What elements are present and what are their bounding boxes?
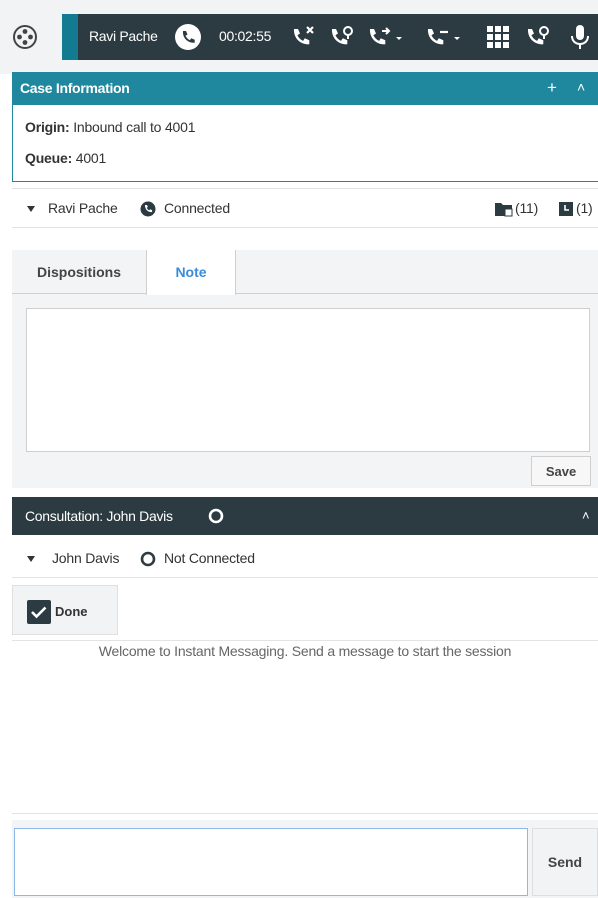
consultation-title: Consultation: John Davis [25, 508, 173, 524]
dialpad-icon[interactable] [484, 23, 512, 51]
im-transcript: Welcome to Instant Messaging. Send a mes… [12, 640, 598, 814]
case-information-title: Case Information [20, 80, 130, 96]
im-welcome-message: Welcome to Instant Messaging. Send a mes… [98, 643, 512, 659]
party-status: Connected [164, 200, 230, 216]
collapse-consultation-button[interactable]: ˄ [582, 508, 590, 523]
history-count[interactable]: (1) [576, 200, 593, 216]
message-input[interactable] [14, 828, 528, 896]
save-note-button[interactable]: Save [531, 456, 591, 486]
tab-note[interactable]: Note [146, 250, 236, 295]
active-call-bar: Ravi Pache 00:02:55 [62, 14, 598, 60]
voicemail-icon[interactable] [524, 23, 552, 51]
case-folder-icon[interactable] [494, 201, 514, 217]
caret-down-icon[interactable] [26, 205, 36, 213]
chat-status-icon [208, 508, 224, 524]
chat-status-icon [140, 551, 156, 567]
queue-label: Queue: [25, 150, 73, 166]
target-icon[interactable] [10, 22, 40, 52]
tab-bar: Dispositions Note [12, 250, 598, 295]
done-button[interactable]: Done [12, 585, 118, 635]
consultation-header: Consultation: John Davis ˄ [12, 497, 598, 535]
queue-value: 4001 [75, 150, 107, 166]
party-row[interactable]: Ravi Pache Connected (11) (1) [12, 188, 598, 228]
im-compose-area: Send [12, 820, 598, 898]
hold-icon[interactable] [328, 23, 356, 51]
party-name[interactable]: Ravi Pache [48, 200, 118, 216]
caller-name[interactable]: Ravi Pache [89, 28, 158, 44]
tab-dispositions[interactable]: Dispositions [12, 250, 146, 294]
origin-value: Inbound call to 4001 [73, 119, 196, 135]
add-case-data-button[interactable]: + [547, 78, 557, 98]
transfer-icon[interactable] [366, 23, 406, 51]
case-information-panel: Case Information + ˄ Origin: Inbound cal… [12, 72, 598, 182]
phone-icon [175, 24, 201, 50]
case-information-header: Case Information + ˄ [13, 73, 598, 105]
note-textarea[interactable] [26, 308, 590, 452]
interaction-tabs-panel: Dispositions Note Save [12, 250, 598, 488]
call-status-stripe [62, 14, 78, 60]
checkmark-icon [27, 600, 51, 624]
consultation-party-name[interactable]: John Davis [52, 550, 119, 566]
queue-row: Queue: 4001 [25, 150, 106, 166]
consultation-party-status: Not Connected [164, 550, 255, 566]
origin-row: Origin: Inbound call to 4001 [25, 119, 195, 135]
top-toolbar: Ravi Pache 00:02:55 [0, 0, 598, 74]
caret-down-icon[interactable] [26, 555, 36, 563]
conference-icon[interactable] [424, 23, 464, 51]
send-button[interactable]: Send [532, 828, 598, 896]
microphone-icon[interactable] [566, 23, 594, 51]
call-timer: 00:02:55 [219, 28, 272, 44]
connected-phone-icon [140, 201, 156, 217]
done-label: Done [55, 604, 88, 619]
consultation-party-row[interactable]: John Davis Not Connected [12, 540, 598, 578]
history-icon[interactable] [558, 201, 574, 217]
end-call-icon[interactable] [290, 23, 318, 51]
origin-label: Origin: [25, 119, 70, 135]
collapse-case-button[interactable]: ˄ [577, 79, 585, 95]
folder-count[interactable]: (11) [515, 200, 538, 216]
